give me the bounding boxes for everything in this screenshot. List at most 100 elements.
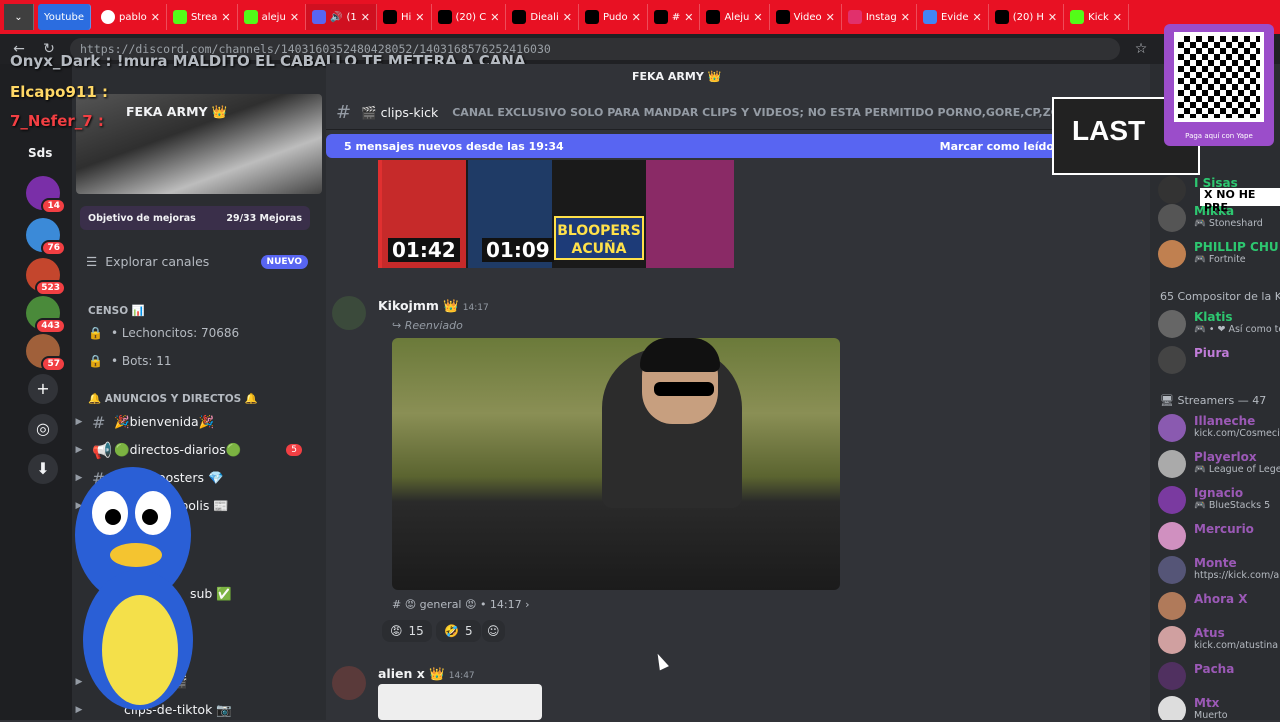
category-announcements[interactable]: 🔔 ANUNCIOS Y DIRECTOS 🔔 [88, 392, 258, 405]
server-folder-label[interactable]: Sds [28, 146, 52, 160]
mark-read-button[interactable]: Marcar como leído [940, 140, 1054, 153]
member-item[interactable]: Monte https://kick.com/ale [1158, 556, 1280, 584]
close-tab-icon[interactable]: ✕ [361, 11, 370, 24]
member-item[interactable]: Ignacio 🎮 BlueStacks 5 [1158, 486, 1270, 514]
tab-tiktok-1[interactable]: Hi ✕ [377, 4, 432, 30]
close-tab-icon[interactable]: ✕ [684, 11, 693, 24]
explore-channels[interactable]: ☰ Explorar canales NUEVO [86, 254, 308, 269]
member-name: Illaneche [1194, 414, 1256, 428]
tab-tiktok-4[interactable]: # ✕ [648, 4, 701, 30]
author-name: alien x 👑 [378, 666, 445, 681]
member-activity: kick.com/Cosmecit [1194, 428, 1280, 439]
server-icon[interactable]: 14 [26, 176, 66, 214]
tab-tiktok-3[interactable]: Pudo ✕ [579, 4, 648, 30]
avatar[interactable] [332, 666, 366, 700]
tab-label: Kick [1088, 11, 1109, 23]
message-author[interactable]: Kikojmm 👑 14:17 [378, 298, 489, 314]
add-reaction-icon[interactable]: ☺ [482, 620, 505, 642]
member-activity: 🎮 BlueStacks 5 [1194, 500, 1271, 511]
mention-badge: 523 [35, 280, 66, 296]
server-icon[interactable]: 443 [26, 296, 66, 334]
tab-tiktok-6[interactable]: Video ✕ [770, 4, 842, 30]
boost-progress[interactable]: Objetivo de mejoras 29/33 Mejoras [80, 206, 310, 230]
forwarded-label: ↪ Reenviado [392, 319, 463, 332]
close-tab-icon[interactable]: ✕ [151, 11, 160, 24]
tab-instagram[interactable]: Instag ✕ [842, 4, 917, 30]
member-item[interactable]: Klatis 🎮 • ❤ Así como te [1158, 310, 1280, 338]
download-apps-icon[interactable]: ⬇ [28, 454, 58, 484]
embed-panel [646, 160, 734, 268]
tab-menu-button[interactable]: ⌄ [4, 4, 34, 30]
member-name: Ignacio [1194, 486, 1244, 500]
member-activity: 🎮 League of Legen [1194, 464, 1280, 475]
browser-tab-bar: ⌄ Youtube pablo ✕ Strea ✕ aleju ✕ 🔊 (1 ✕ Hi ✕ … [0, 0, 1280, 34]
reaction[interactable]: 😡 15 [382, 620, 432, 642]
close-tab-icon[interactable]: ✕ [221, 11, 230, 24]
video-attachment[interactable] [392, 338, 840, 590]
channel-label: 🎉bienvenida🎉 [114, 414, 215, 429]
member-item[interactable]: Playerlox 🎮 League of Legen [1158, 450, 1280, 478]
tab-discord[interactable]: 🔊 (1 ✕ [306, 4, 377, 30]
close-tab-icon[interactable]: ✕ [753, 11, 762, 24]
boost-progress-value: 29/33 Mejoras [226, 212, 302, 224]
channel-title: 🎬 clips-kick [361, 104, 439, 120]
discover-compass-icon[interactable]: ◎ [28, 414, 58, 444]
close-tab-icon[interactable]: ✕ [563, 11, 572, 24]
close-tab-icon[interactable]: ✕ [632, 11, 641, 24]
server-icon[interactable]: 523 [26, 258, 66, 296]
tab-x-2[interactable]: (20) H ✕ [989, 4, 1065, 30]
tiktok-icon [706, 10, 721, 24]
tab-tiktok-5[interactable]: Aleju ✕ [700, 4, 770, 30]
member-name: Playerlox [1194, 450, 1257, 464]
message-author[interactable]: alien x 👑 14:47 [378, 666, 475, 682]
reaction[interactable]: 🤣 5 [436, 620, 481, 642]
stat-members-text: • Lechoncitos: 70686 [110, 326, 240, 340]
tab-label: Youtube [44, 11, 84, 23]
bookmark-star-icon[interactable]: ☆ [1132, 41, 1150, 57]
tab-label: Hi [400, 11, 412, 23]
tab-x-1[interactable]: (20) C ✕ [432, 4, 507, 30]
member-item[interactable]: Illaneche kick.com/Cosmecit [1158, 414, 1280, 442]
tab-tiktok-2[interactable]: Dieali ✕ [506, 4, 579, 30]
embed-thumbnail[interactable]: 01:42 01:09 BLOOPERS ACUÑA [378, 160, 734, 268]
close-tab-icon[interactable]: ✕ [1113, 11, 1122, 24]
reaction-count: 5 [464, 624, 473, 638]
channel-topic[interactable]: CANAL EXCLUSIVO SOLO PARA MANDAR CLIPS Y… [452, 106, 1078, 119]
close-tab-icon[interactable]: ✕ [1048, 11, 1057, 24]
tab-kick-2[interactable]: Kick ✕ [1064, 4, 1129, 30]
tab-google[interactable]: pablo ✕ [95, 4, 167, 30]
close-tab-icon[interactable]: ✕ [826, 11, 835, 24]
member-item[interactable]: Piura [1158, 346, 1229, 374]
close-tab-icon[interactable]: ✕ [490, 11, 499, 24]
forward-source[interactable]: # 😡 general 😡 • 14:17 › [392, 598, 530, 611]
author-name: Kikojmm 👑 [378, 298, 459, 313]
tab-youtube[interactable]: Youtube [38, 4, 91, 30]
member-item[interactable]: Pacha [1158, 662, 1234, 690]
close-tab-icon[interactable]: ✕ [972, 11, 981, 24]
server-icon[interactable]: 76 [26, 218, 66, 256]
tab-label: Pudo [602, 11, 628, 23]
member-item[interactable]: PHILLIP CHU L🎮 Fortnite [1158, 240, 1280, 268]
tab-kick-aleju[interactable]: aleju ✕ [238, 4, 307, 30]
close-tab-icon[interactable]: ✕ [290, 11, 299, 24]
member-item[interactable]: Mercurio [1158, 522, 1254, 550]
add-server-icon[interactable]: + [28, 374, 58, 404]
avatar[interactable] [332, 296, 366, 330]
tab-label: Evide [940, 11, 969, 23]
member-name: Pacha [1194, 662, 1235, 676]
server-icon[interactable]: 57 [26, 334, 66, 372]
lock-icon: 🔒 [88, 354, 103, 368]
category-census[interactable]: CENSO 📊 [88, 304, 145, 317]
new-messages-bar[interactable]: 5 mensajes nuevos desde las 19:34 Marcar… [326, 134, 1066, 158]
close-tab-icon[interactable]: ✕ [415, 11, 424, 24]
tab-kick-stream[interactable]: Strea ✕ [167, 4, 238, 30]
channel-item-bienvenida[interactable]: ▶ # 🎉bienvenida🎉 [72, 410, 322, 434]
member-item[interactable]: Atus kick.com/atustina [1158, 626, 1278, 654]
tab-drive[interactable]: Evide ✕ [917, 4, 989, 30]
server-name[interactable]: FEKA ARMY 👑 [126, 104, 228, 120]
close-tab-icon[interactable]: ✕ [901, 11, 910, 24]
member-item[interactable]: Ahora X [1158, 592, 1248, 620]
member-activity: https://kick.com/ale [1194, 570, 1280, 581]
member-item[interactable]: Mtx Muerto [1158, 696, 1228, 720]
image-attachment[interactable] [378, 684, 542, 720]
